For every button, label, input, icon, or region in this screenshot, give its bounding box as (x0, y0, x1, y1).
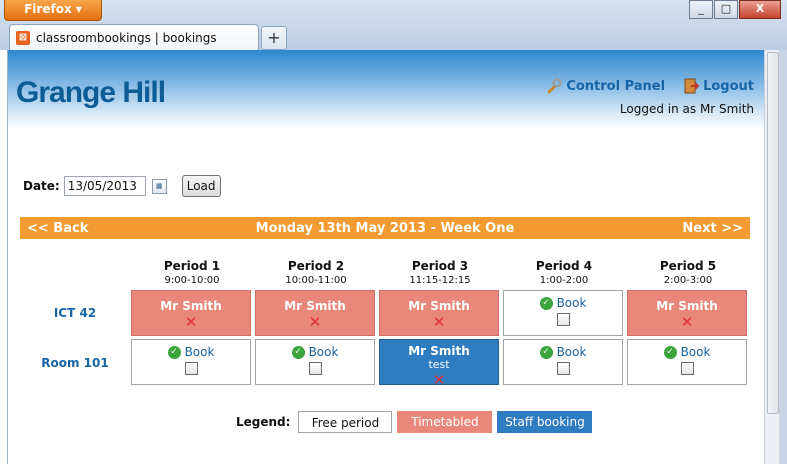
period-header-2: Period 2 10:00-11:00 (255, 259, 377, 286)
legend-staff-booking: Staff booking (497, 411, 593, 433)
teacher-name: Mr Smith (408, 344, 470, 358)
browser-chrome: Firefox ▾ _ □ X ⊠ classroombookings | bo… (0, 0, 787, 51)
cancel-icon[interactable]: ✕ (132, 315, 250, 330)
period-name: Period 4 (535, 259, 593, 273)
legend-timetabled-lesson: Timetabled lesson (397, 411, 493, 451)
tab-title: classroombookings | bookings (36, 31, 217, 45)
page-header: Grange Hill Control Panel Logout Logged … (8, 50, 764, 130)
book-checkbox[interactable] (680, 362, 694, 375)
teacher-name: Mr Smith (160, 299, 222, 313)
week-navigation-bar: Monday 13th May 2013 - Week One << Back … (20, 217, 750, 239)
booking-cell-free: ✓ Book (627, 339, 747, 385)
period-name: Period 5 (659, 259, 717, 273)
legend-free-period: Free period (298, 411, 393, 433)
booking-cell-free: ✓ Book (503, 290, 623, 336)
date-selector: Date: ▦ Load (23, 175, 221, 197)
period-header-1: Period 1 9:00-10:00 (131, 259, 253, 286)
book-label[interactable]: Book (557, 345, 587, 359)
booking-cell-free: ✓ Book (255, 339, 375, 385)
period-header-4: Period 4 1:00-2:00 (503, 259, 625, 286)
book-link[interactable]: ✓ Book (504, 296, 622, 310)
logout-label: Logout (703, 78, 754, 94)
book-label[interactable]: Book (309, 345, 339, 359)
period-time: 10:00-11:00 (285, 275, 347, 286)
site-logo[interactable]: Grange Hill (16, 76, 166, 110)
booking-cell-timetabled: Mr Smith ✕ (627, 290, 747, 336)
book-link[interactable]: ✓ Book (132, 345, 250, 359)
book-link[interactable]: ✓ Book (256, 345, 374, 359)
book-label[interactable]: Book (681, 345, 711, 359)
check-icon: ✓ (539, 345, 553, 359)
booking-cell-timetabled: Mr Smith ✕ (379, 290, 499, 336)
current-date-title: Monday 13th May 2013 - Week One (255, 221, 515, 236)
booking-cell-timetabled: Mr Smith ✕ (131, 290, 251, 336)
booking-cell-staff: Mr Smith test ✕ (379, 339, 499, 388)
next-link[interactable]: Next >> (682, 221, 743, 236)
booking-note: test (428, 358, 450, 371)
period-time: 11:15-12:15 (409, 275, 471, 286)
logged-in-status: Logged in as Mr Smith (619, 102, 754, 116)
cancel-icon[interactable]: ✕ (628, 315, 746, 330)
period-header-3: Period 3 11:15-12:15 (379, 259, 501, 286)
site-favicon-icon: ⊠ (16, 31, 30, 45)
door-exit-icon (684, 78, 700, 94)
period-time: 1:00-2:00 (539, 275, 589, 286)
vertical-scrollbar[interactable] (764, 50, 779, 464)
cancel-icon[interactable]: ✕ (380, 315, 498, 330)
header-links: Control Panel Logout (546, 78, 754, 94)
control-panel-label: Control Panel (566, 78, 666, 94)
booking-cell-timetabled: Mr Smith ✕ (255, 290, 375, 336)
window-controls: _ □ X (688, 0, 781, 19)
book-checkbox[interactable] (556, 313, 570, 326)
teacher-name: Mr Smith (656, 299, 718, 313)
back-link[interactable]: << Back (27, 221, 88, 236)
maximize-button[interactable]: □ (714, 0, 738, 19)
room-101[interactable]: Room 101 (20, 356, 130, 370)
wrench-icon (547, 78, 562, 94)
control-panel-link[interactable]: Control Panel (546, 78, 665, 94)
new-tab-button[interactable]: + (261, 26, 287, 50)
period-time: 9:00-10:00 (164, 275, 220, 286)
close-window-button[interactable]: X (739, 0, 781, 19)
load-button[interactable]: Load (181, 175, 221, 197)
booking-cell-free: ✓ Book (131, 339, 251, 385)
date-input[interactable] (63, 176, 146, 196)
cancel-icon[interactable]: ✕ (380, 373, 498, 388)
logout-link[interactable]: Logout (683, 78, 754, 94)
window-frame-right (779, 50, 787, 464)
book-checkbox[interactable] (184, 362, 198, 375)
period-name: Period 3 (411, 259, 469, 273)
teacher-name: Mr Smith (408, 299, 470, 313)
book-label[interactable]: Book (185, 345, 215, 359)
firefox-menu-button[interactable]: Firefox ▾ (4, 0, 102, 21)
period-name: Period 1 (163, 259, 221, 273)
book-checkbox[interactable] (308, 362, 322, 375)
check-icon: ✓ (167, 345, 181, 359)
book-label[interactable]: Book (557, 296, 587, 310)
check-icon: ✓ (539, 296, 553, 310)
check-icon: ✓ (663, 345, 677, 359)
minimize-button[interactable]: _ (689, 0, 713, 19)
booking-cell-free: ✓ Book (503, 339, 623, 385)
date-label: Date: (23, 179, 60, 193)
legend: Legend: Free period Timetabled lesson St… (236, 411, 597, 451)
period-name: Period 2 (287, 259, 345, 273)
calendar-icon[interactable]: ▦ (151, 178, 167, 194)
cancel-icon[interactable]: ✕ (256, 315, 374, 330)
period-time: 2:00-3:00 (663, 275, 713, 286)
check-icon: ✓ (291, 345, 305, 359)
book-link[interactable]: ✓ Book (504, 345, 622, 359)
scrollbar-thumb[interactable] (767, 52, 779, 414)
teacher-name: Mr Smith (284, 299, 346, 313)
room-ict-42[interactable]: ICT 42 (20, 306, 130, 320)
firefox-menu-label: Firefox (24, 2, 72, 16)
period-header-5: Period 5 2:00-3:00 (627, 259, 749, 286)
legend-label: Legend: (236, 415, 291, 429)
book-link[interactable]: ✓ Book (628, 345, 746, 359)
book-checkbox[interactable] (556, 362, 570, 375)
browser-tab[interactable]: ⊠ classroombookings | bookings (9, 24, 259, 51)
